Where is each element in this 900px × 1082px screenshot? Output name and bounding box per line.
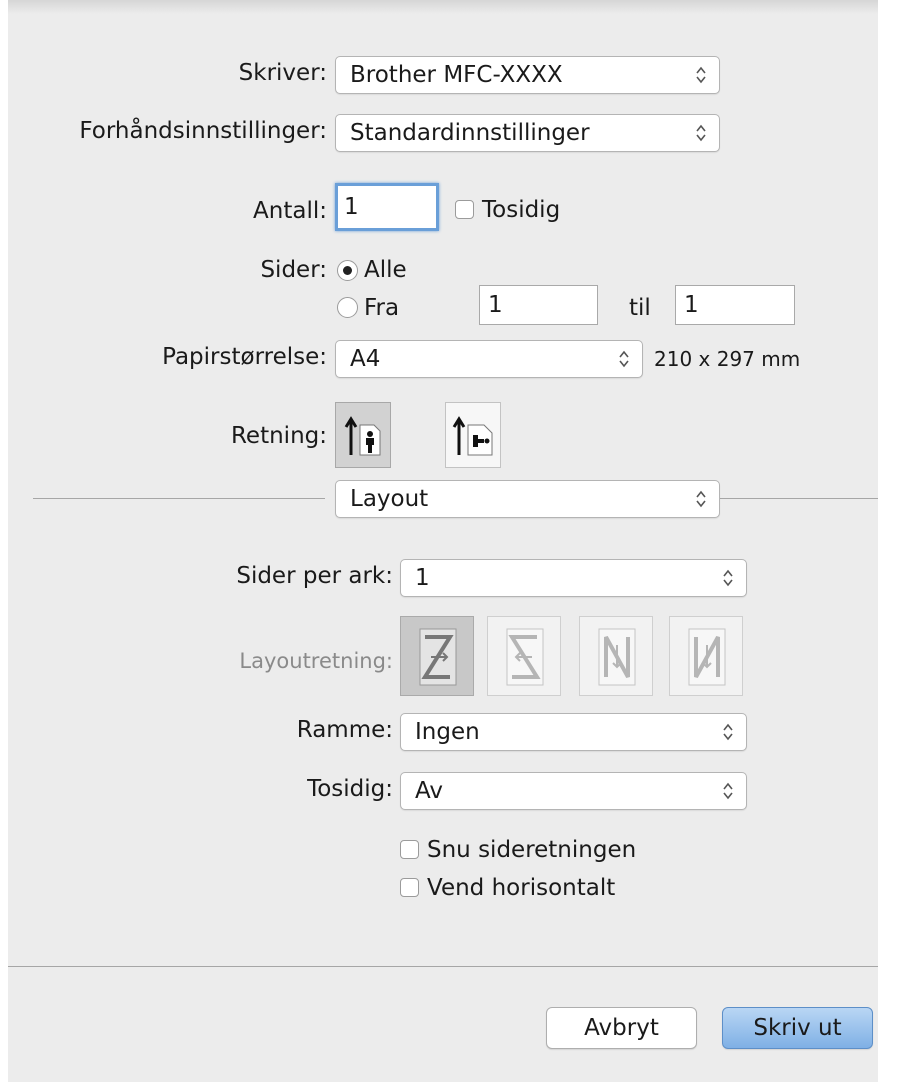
reverse-orientation-label: Snu sideretningen xyxy=(427,837,637,863)
portrait-orientation-icon xyxy=(344,416,381,456)
chevron-updown-icon xyxy=(695,481,707,517)
pages-from-radio[interactable] xyxy=(337,297,358,318)
chevron-updown-icon xyxy=(695,57,707,93)
print-dialog: Skriver: Brother MFC-XXXX Forhåndsinnsti… xyxy=(8,0,878,1082)
section-popup[interactable]: Layout xyxy=(335,480,720,518)
chevron-updown-icon xyxy=(695,115,707,151)
separator-left xyxy=(33,498,325,499)
title-bar-edge xyxy=(8,0,878,14)
layout-direction-option-3 xyxy=(579,616,653,696)
reverse-orientation-checkbox[interactable] xyxy=(400,840,419,859)
layout-direction-label: Layoutretning: xyxy=(239,649,393,673)
pages-all-radio[interactable] xyxy=(337,260,358,281)
presets-value: Standardinnstillinger xyxy=(350,120,590,146)
separator-right xyxy=(720,498,878,499)
chevron-updown-icon xyxy=(722,773,734,809)
pages-per-sheet-value: 1 xyxy=(415,565,430,591)
two-sided-label: Tosidig xyxy=(482,197,561,223)
reverse-s-order-icon xyxy=(506,628,544,686)
border-popup[interactable]: Ingen xyxy=(400,713,747,751)
printer-popup[interactable]: Brother MFC-XXXX xyxy=(335,56,720,94)
paper-size-popup[interactable]: A4 xyxy=(335,340,643,378)
pages-to-input[interactable]: 1 xyxy=(675,285,795,325)
pages-per-sheet-popup[interactable]: 1 xyxy=(400,559,747,597)
flip-horizontal-label: Vend horisontalt xyxy=(427,875,616,901)
presets-label: Forhåndsinnstillinger: xyxy=(79,118,327,144)
landscape-orientation-button[interactable] xyxy=(445,402,501,468)
pages-all-label: Alle xyxy=(364,257,407,283)
orientation-label: Retning: xyxy=(230,423,327,449)
copies-input[interactable]: 1 xyxy=(335,183,439,231)
printer-value: Brother MFC-XXXX xyxy=(350,62,563,88)
landscape-orientation-icon xyxy=(452,416,493,456)
paper-size-value: A4 xyxy=(350,346,381,372)
two-sided-checkbox[interactable] xyxy=(455,200,474,219)
copies-label: Antall: xyxy=(253,198,327,224)
chevron-updown-icon xyxy=(618,341,630,377)
layout-direction-option-1 xyxy=(400,616,474,696)
pages-from-label: Fra xyxy=(364,295,400,321)
layout-two-sided-label: Tosidig: xyxy=(307,776,393,802)
layout-direction-option-2 xyxy=(487,616,561,696)
bottom-separator xyxy=(8,966,878,967)
n-reverse-order-icon xyxy=(598,628,636,686)
border-label: Ramme: xyxy=(296,717,393,743)
paper-dimensions: 210 x 297 mm xyxy=(654,347,801,371)
border-value: Ingen xyxy=(415,719,480,745)
presets-popup[interactable]: Standardinnstillinger xyxy=(335,114,720,152)
print-button[interactable]: Skriv ut xyxy=(722,1007,873,1049)
pages-per-sheet-label: Sider per ark: xyxy=(236,563,393,589)
section-value: Layout xyxy=(350,486,429,512)
layout-two-sided-value: Av xyxy=(415,778,443,804)
pages-to-label: til xyxy=(629,295,651,321)
portrait-orientation-button[interactable] xyxy=(335,402,391,468)
n-order-icon xyxy=(688,628,726,686)
pages-label: Sider: xyxy=(260,257,327,283)
chevron-updown-icon xyxy=(722,560,734,596)
pages-from-input[interactable]: 1 xyxy=(479,285,598,325)
cancel-button[interactable]: Avbryt xyxy=(546,1007,697,1049)
chevron-updown-icon xyxy=(722,714,734,750)
layout-two-sided-popup[interactable]: Av xyxy=(400,772,747,810)
layout-direction-option-4 xyxy=(669,616,743,696)
paper-size-label: Papirstørrelse: xyxy=(162,344,327,370)
printer-label: Skriver: xyxy=(238,60,327,86)
z-order-icon xyxy=(419,628,457,686)
flip-horizontal-checkbox[interactable] xyxy=(400,878,419,897)
